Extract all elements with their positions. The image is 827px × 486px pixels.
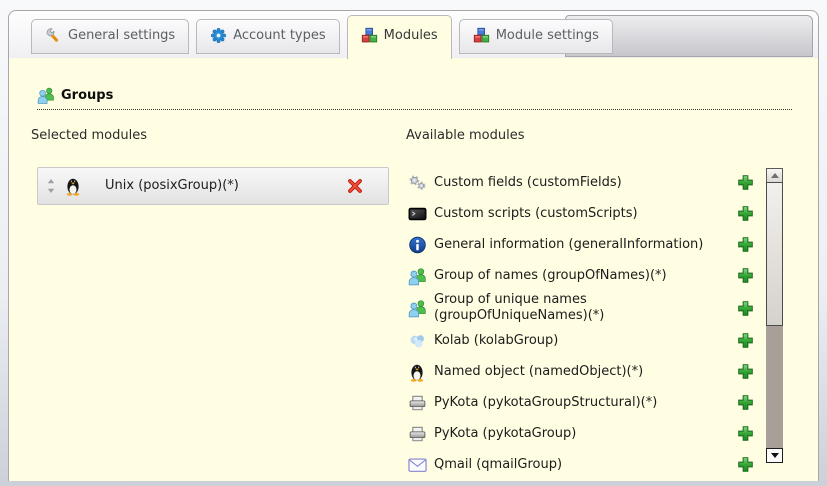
module-label: Unix (posixGroup)(*)	[105, 178, 347, 194]
available-modules-scrollbar[interactable]	[766, 168, 783, 463]
selected-modules-heading: Selected modules	[31, 128, 397, 143]
available-modules-heading: Available modules	[406, 128, 794, 143]
tab-bar: General settings Account types	[9, 11, 818, 58]
tab-label: Account types	[233, 28, 325, 43]
scroll-down-button[interactable]	[766, 448, 783, 463]
add-module-button[interactable]	[737, 332, 754, 349]
module-label: PyKota (pykotaGroupStructural)(*)	[434, 395, 729, 411]
add-module-button[interactable]	[737, 363, 754, 380]
tux-icon	[408, 362, 427, 382]
available-module-row: PyKota (pykotaGroup)	[408, 418, 754, 449]
groups-icon	[37, 86, 55, 104]
available-module-row: PyKota (pykotaGroupStructural)(*)	[408, 387, 754, 418]
module-label: Qmail (qmailGroup)	[434, 457, 729, 473]
add-module-button[interactable]	[737, 425, 754, 442]
module-label: Custom scripts (customScripts)	[434, 206, 729, 222]
add-module-button[interactable]	[737, 300, 754, 317]
gears-icon	[408, 173, 427, 193]
remove-module-button[interactable]	[347, 178, 363, 194]
available-module-row: Group of names (groupOfNames)(*)	[408, 260, 754, 291]
module-label: Kolab (kolabGroup)	[434, 333, 729, 349]
printer-icon	[408, 393, 427, 413]
info-icon	[408, 235, 427, 255]
tux-icon	[64, 176, 83, 196]
section-heading-groups: Groups	[37, 86, 792, 110]
module-label: Group of names (groupOfNames)(*)	[434, 268, 729, 284]
modules-icon	[473, 27, 490, 44]
available-module-row: Custom fields (customFields)	[408, 167, 754, 198]
tab-modules[interactable]: Modules	[347, 15, 452, 59]
module-label: Group of unique names (groupOfUniqueName…	[434, 292, 729, 324]
add-module-button[interactable]	[737, 267, 754, 284]
selected-module-row[interactable]: Unix (posixGroup)(*)	[37, 167, 389, 205]
scrollbar-thumb[interactable]	[766, 182, 783, 326]
sort-handle-icon[interactable]	[46, 178, 56, 194]
available-module-row: Group of unique names (groupOfUniqueName…	[408, 291, 754, 325]
module-label: General information (generalInformation)	[434, 237, 729, 253]
envelope-icon	[408, 455, 427, 475]
terminal-icon	[408, 204, 427, 224]
module-label: Custom fields (customFields)	[434, 175, 729, 191]
tab-label: Modules	[384, 28, 438, 43]
add-module-button[interactable]	[737, 456, 754, 473]
available-module-row: Qmail (qmailGroup)	[408, 449, 754, 480]
kolab-icon	[408, 331, 427, 351]
wrench-icon	[45, 27, 62, 44]
arrow-up-icon	[771, 173, 779, 178]
config-panel: General settings Account types	[8, 10, 819, 481]
tab-label: Module settings	[496, 28, 599, 43]
add-module-button[interactable]	[737, 394, 754, 411]
available-module-row: Named object (namedObject)(*)	[408, 356, 754, 387]
printer-icon	[408, 424, 427, 444]
available-modules-list: Custom fields (customFields)	[397, 167, 794, 480]
scroll-up-button[interactable]	[766, 168, 783, 183]
available-module-row: Custom scripts (customScripts)	[408, 198, 754, 229]
group-icon	[408, 266, 427, 286]
arrow-down-icon	[771, 453, 779, 458]
modules-icon	[361, 27, 378, 44]
tab-account-types[interactable]: Account types	[196, 19, 339, 54]
tab-general-settings[interactable]: General settings	[31, 19, 189, 54]
available-module-row: Kolab (kolabGroup)	[408, 325, 754, 356]
tab-label: General settings	[68, 28, 175, 43]
module-label: PyKota (pykotaGroup)	[434, 426, 729, 442]
gear-icon	[210, 27, 227, 44]
module-label: Named object (namedObject)(*)	[434, 364, 729, 380]
add-module-button[interactable]	[737, 205, 754, 222]
available-module-row: General information (generalInformation)	[408, 229, 754, 260]
add-module-button[interactable]	[737, 174, 754, 191]
section-title: Groups	[61, 88, 113, 103]
add-module-button[interactable]	[737, 236, 754, 253]
group-icon	[408, 298, 427, 318]
tab-module-settings[interactable]: Module settings	[459, 19, 613, 54]
modules-tab-panel: Groups Selected modules	[9, 86, 818, 480]
